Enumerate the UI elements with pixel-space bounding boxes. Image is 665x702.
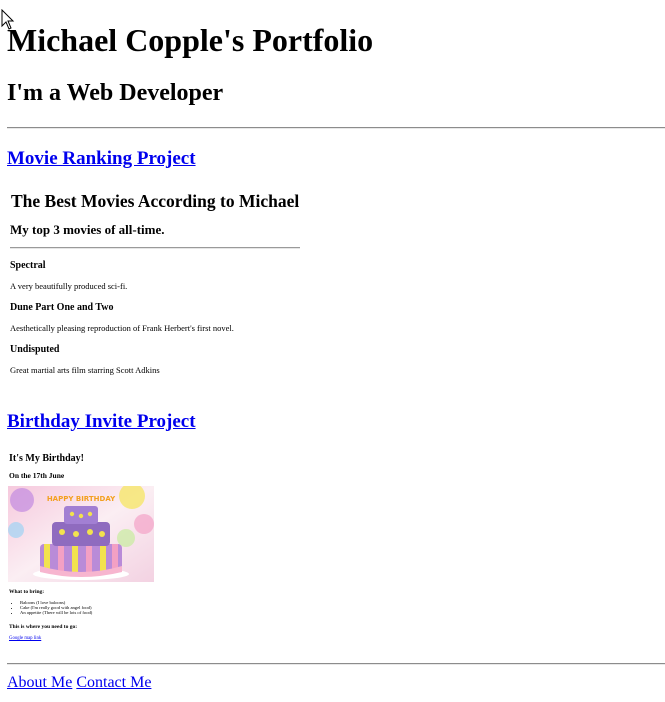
movie-description: A very beautifully produced sci-fi.: [10, 281, 128, 291]
movie-page-title: The Best Movies According to Michael: [11, 191, 300, 211]
page-title: Michael Copple's Portfolio: [7, 22, 374, 58]
movie-ranking-project-link[interactable]: Movie Ranking Project: [7, 147, 196, 171]
footer-nav: About Me Contact Me: [7, 673, 151, 693]
movie-description: Great martial arts film starring Scott A…: [10, 365, 160, 375]
movie-name: Undisputed: [10, 344, 60, 355]
happy-birthday-candles: HAPPY BIRTHDAY: [47, 495, 116, 503]
birthday-invite-preview: It's My Birthday! On the 17th June HAPPY…: [8, 450, 308, 650]
movie-name: Dune Part One and Two: [10, 302, 114, 313]
bottom-divider: [7, 663, 665, 665]
portfolio-page: Michael Copple's Portfolio I'm a Web Dev…: [0, 0, 665, 702]
birthday-cake-image: HAPPY BIRTHDAY: [8, 486, 154, 582]
top-divider: [7, 127, 665, 129]
list-item: An appetite (There will be lots of food): [20, 610, 92, 615]
movie-page-divider: [10, 247, 300, 249]
bring-list: Baloons (I love baloons) Cake (I'm reall…: [16, 600, 92, 616]
where-to-go-heading: This is where you need to go:: [9, 624, 78, 630]
google-map-link[interactable]: Google map link: [9, 636, 41, 641]
what-to-bring-heading: What to bring:: [9, 589, 45, 595]
page-subtitle: I'm a Web Developer: [7, 80, 224, 106]
birthday-invite-project-link[interactable]: Birthday Invite Project: [7, 410, 196, 434]
movie-description: Aesthetically pleasing reproduction of F…: [10, 323, 234, 333]
movie-page-subtitle: My top 3 movies of all-time.: [10, 222, 165, 237]
contact-me-link[interactable]: Contact Me: [76, 674, 151, 691]
movie-name: Spectral: [10, 260, 46, 271]
movie-ranking-preview: The Best Movies According to Michael My …: [10, 188, 310, 388]
birthday-date: On the 17th June: [9, 471, 65, 480]
birthday-title: It's My Birthday!: [9, 453, 84, 464]
about-me-link[interactable]: About Me: [7, 674, 72, 691]
